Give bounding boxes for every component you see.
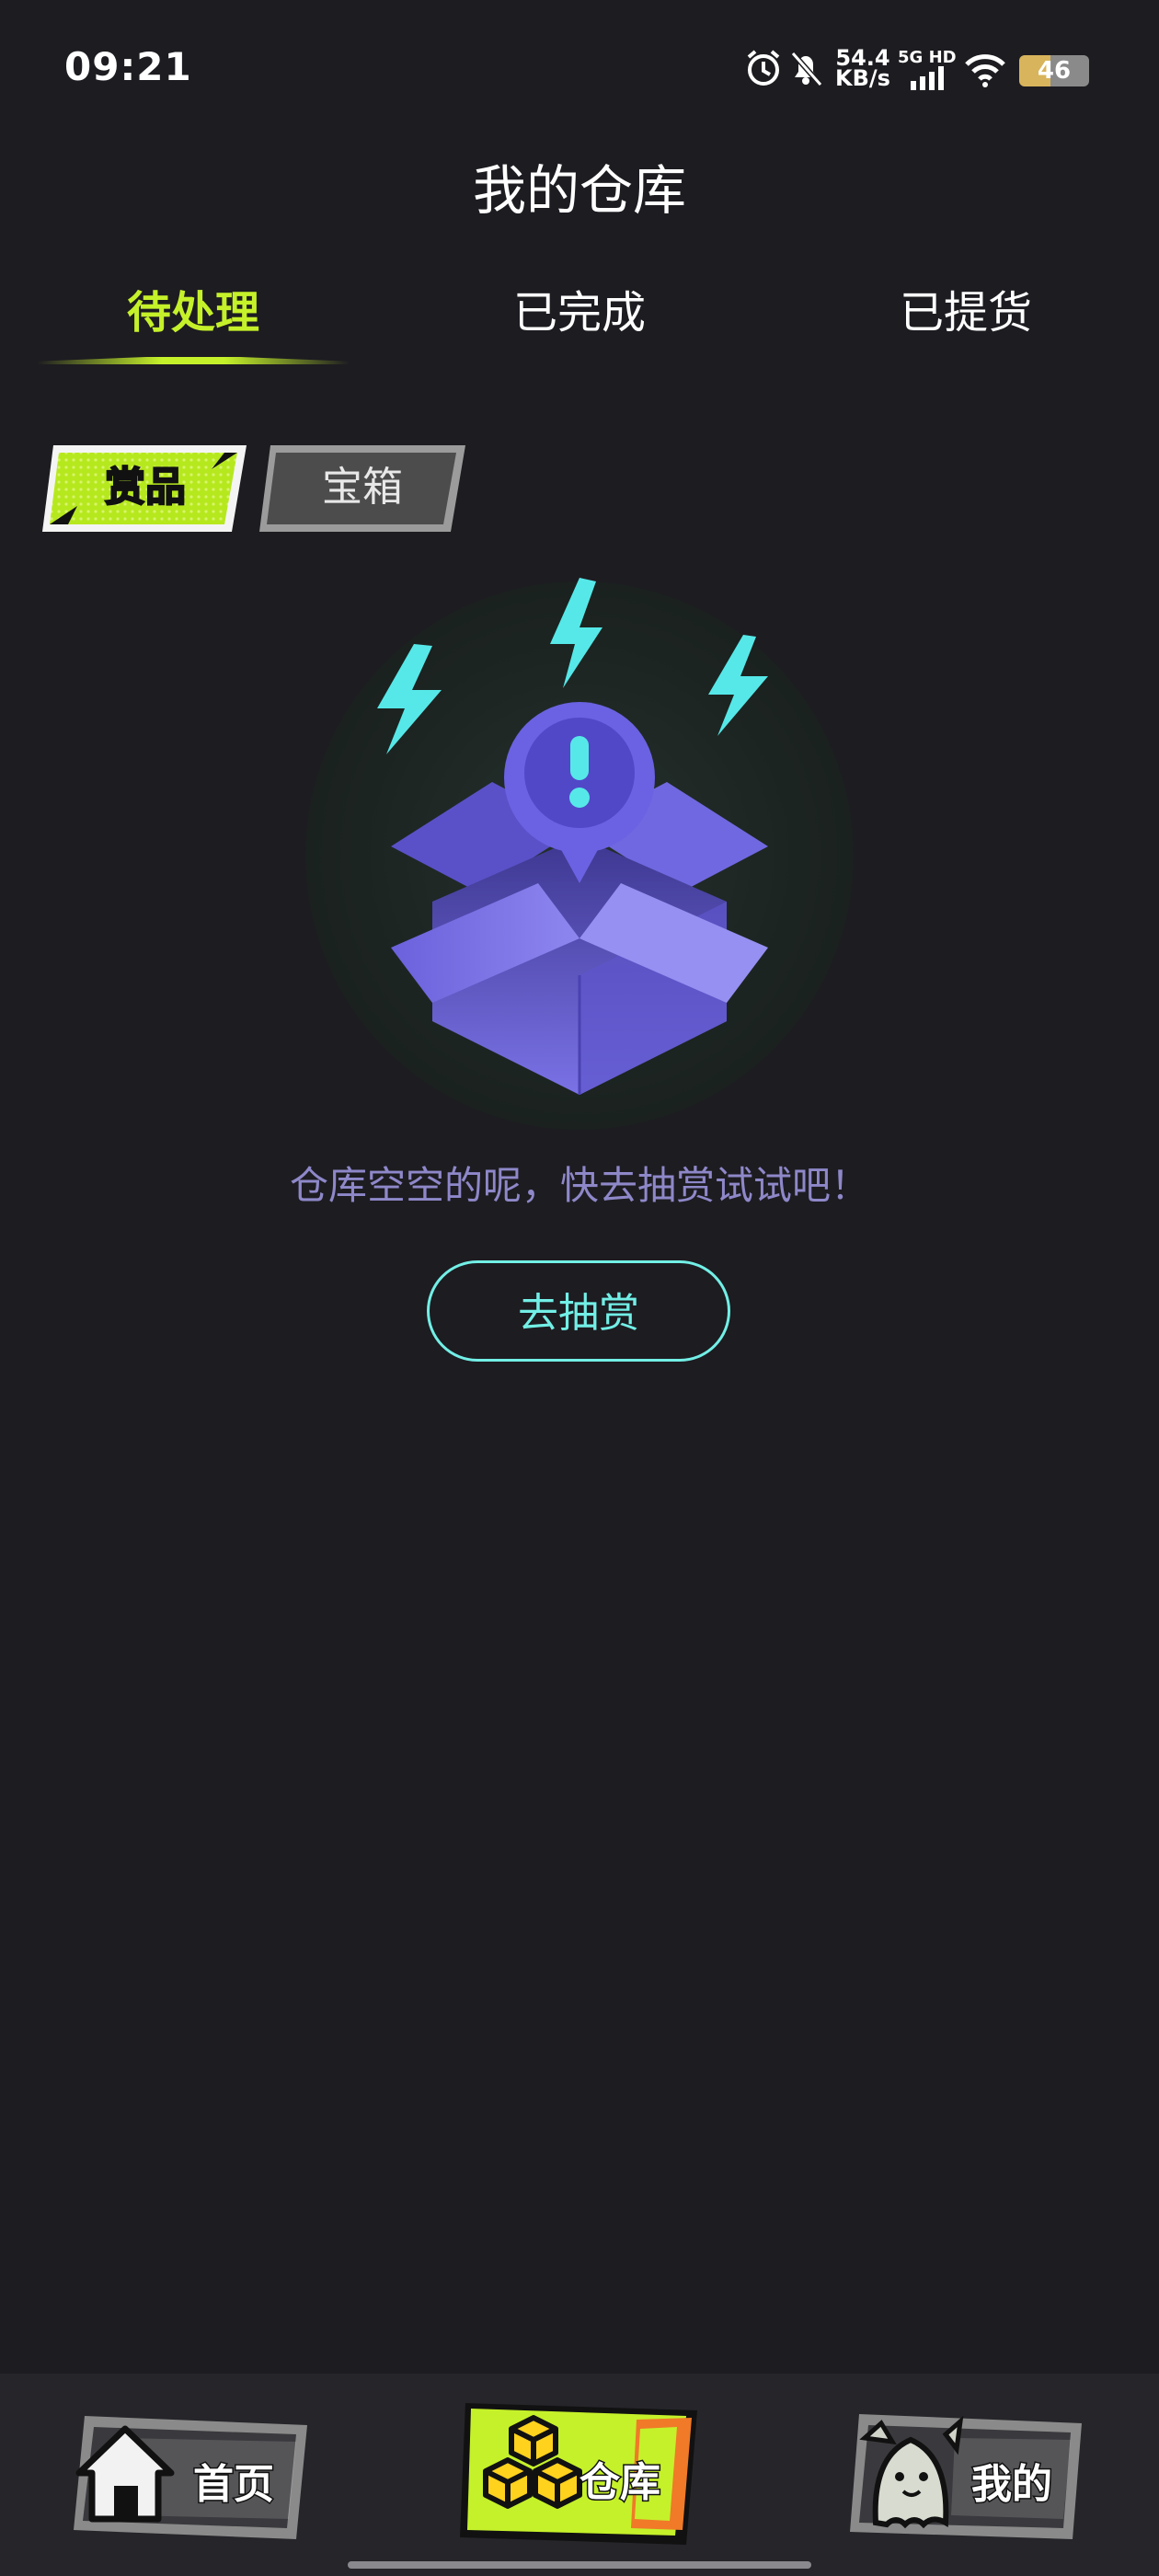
- empty-state-message: 仓库空空的呢，快去抽赏试试吧！: [289, 1163, 869, 1208]
- page-title: 我的仓库: [472, 159, 686, 222]
- signal-icon: [911, 66, 944, 90]
- battery-icon: 46: [1019, 55, 1089, 86]
- nav-mine-label: 我的: [970, 2460, 1054, 2510]
- segment-chest-label: 宝箱: [322, 464, 403, 511]
- home-indicator[interactable]: [348, 2561, 811, 2569]
- tab-pending[interactable]: 待处理: [0, 276, 386, 340]
- empty-box-icon: [305, 578, 854, 1130]
- mute-bell-icon: [790, 52, 823, 86]
- segment-chest[interactable]: 宝箱: [258, 442, 467, 534]
- network-speed-unit: KB/s: [835, 65, 890, 91]
- tab-active-indicator: [37, 357, 350, 364]
- segment-prize-label: 赏品: [104, 463, 187, 512]
- nav-home[interactable]: 首页: [66, 2401, 315, 2548]
- tab-completed[interactable]: 已完成: [386, 276, 773, 340]
- tab-picked-up[interactable]: 已提货: [773, 276, 1159, 340]
- network-speed: 54.4 KB/s: [833, 47, 892, 91]
- nav-warehouse[interactable]: 仓库: [456, 2392, 705, 2553]
- network-tag: 5G HD: [898, 48, 957, 67]
- go-draw-button[interactable]: 去抽赏: [427, 1260, 730, 1362]
- nav-warehouse-label: 仓库: [579, 2458, 662, 2508]
- status-time: 09:21: [64, 44, 192, 89]
- alarm-icon: [747, 50, 780, 86]
- wifi-icon: [965, 54, 1005, 87]
- nav-home-label: 首页: [192, 2460, 276, 2510]
- nav-mine[interactable]: 我的: [844, 2401, 1093, 2548]
- segment-prize[interactable]: 赏品: [40, 442, 250, 534]
